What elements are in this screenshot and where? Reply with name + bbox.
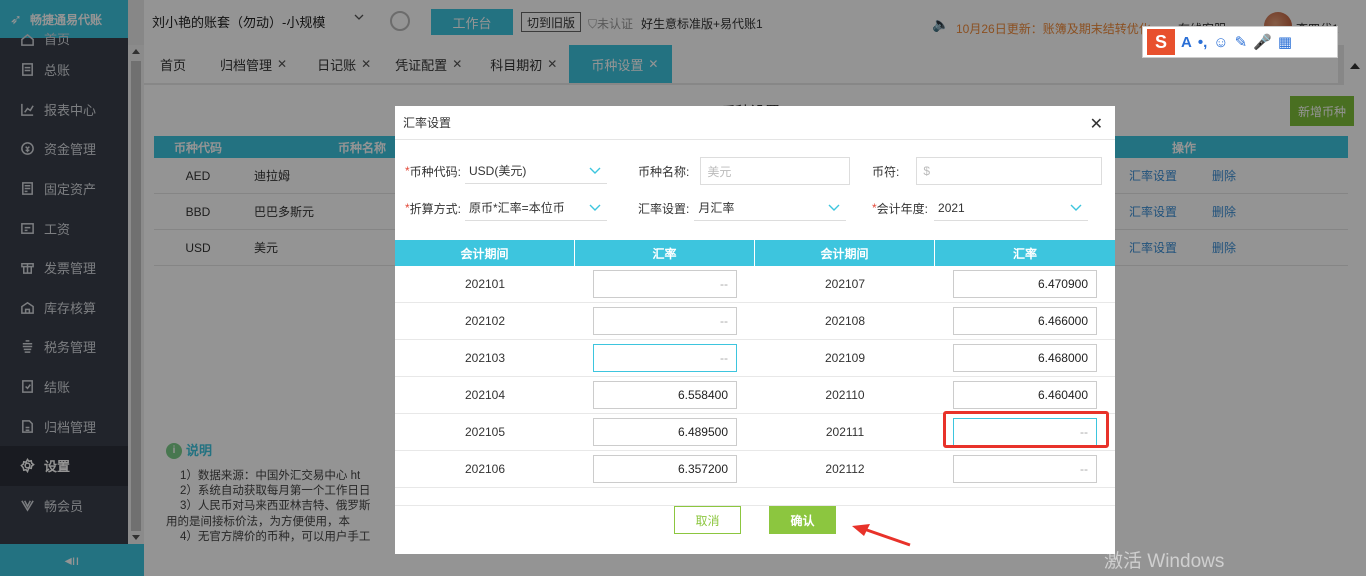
header-rate: 汇率	[1012, 246, 1037, 261]
table-row: 202101 -- 202107 6.470900	[395, 266, 1115, 303]
field-label: 币种代码:	[409, 164, 462, 179]
field-label: 折算方式:	[409, 201, 462, 216]
conversion-method-select[interactable]: 原币*汇率=本位币	[465, 195, 608, 221]
period-cell: 202112	[825, 462, 865, 476]
chevron-down-icon	[589, 167, 601, 174]
period-cell: 202108	[824, 314, 866, 328]
confirm-button[interactable]: 确认	[769, 506, 836, 534]
table-row: 202104 6.558400 202110 6.460400	[395, 377, 1115, 414]
annotation-arrow-icon	[852, 524, 911, 547]
period-cell: 202111	[825, 425, 865, 439]
currency-symbol-input[interactable]: $	[916, 157, 1103, 185]
dialog-title: 汇率设置	[403, 116, 452, 130]
chevron-down-icon	[589, 204, 601, 211]
field-label: 会计年度:	[876, 201, 929, 216]
ime-emoji-icon[interactable]: ☺	[1213, 34, 1228, 51]
period-cell: 202104	[464, 388, 506, 402]
period-cell: 202106	[464, 462, 506, 476]
exchange-rate-dialog: 汇率设置 ✕ * 币种代码: USD(美元) 币种名称: 美元 币符: $ * 折算…	[395, 106, 1115, 554]
currency-code-select[interactable]: USD(美元)	[465, 158, 608, 184]
chevron-down-icon	[1070, 204, 1082, 211]
rate-input-202102[interactable]: --	[593, 307, 737, 335]
period-cell: 202101	[464, 277, 506, 291]
fiscal-year-select[interactable]: 2021	[934, 195, 1089, 221]
windows-activation-watermark: 激活 Windows	[1104, 551, 1225, 572]
rate-input-202103[interactable]: --	[593, 344, 737, 372]
ime-skin-icon[interactable]: ✎	[1235, 33, 1248, 51]
rate-input-202104[interactable]: 6.558400	[593, 381, 737, 409]
rate-setting-select[interactable]: 月汇率	[694, 195, 847, 221]
rate-input-202108[interactable]: 6.466000	[953, 307, 1097, 335]
field-label: 汇率设置:	[638, 201, 690, 216]
currency-name-field: 币种名称: 美元	[638, 157, 851, 185]
conversion-method-field: * 折算方式: 原币*汇率=本位币	[405, 195, 608, 221]
rate-setting-field: 汇率设置: 月汇率	[638, 195, 847, 221]
rate-input-202110[interactable]: 6.460400	[953, 381, 1097, 409]
ime-voice-icon[interactable]: 🎤	[1253, 33, 1272, 51]
period-cell: 202103	[464, 351, 506, 365]
close-icon[interactable]: ✕	[1090, 114, 1103, 134]
rate-table: 会计期间 汇率 会计期间 汇率 202101 -- 202107 6.47090…	[395, 240, 1115, 506]
currency-name-input[interactable]: 美元	[700, 157, 851, 185]
select-value: USD(美元)	[469, 164, 527, 178]
chevron-down-icon	[828, 204, 840, 211]
rate-table-spacer	[395, 488, 1115, 506]
rate-input-202101[interactable]: --	[593, 270, 737, 298]
sogou-logo-icon[interactable]: S	[1147, 29, 1175, 55]
rate-input-202107[interactable]: 6.470900	[953, 270, 1097, 298]
ime-font-icon[interactable]: A	[1181, 34, 1192, 51]
cancel-button[interactable]: 取消	[674, 506, 741, 534]
period-cell: 202109	[824, 351, 866, 365]
period-cell: 202110	[825, 388, 865, 402]
currency-code-field: * 币种代码: USD(美元)	[405, 158, 608, 184]
period-cell: 202105	[464, 425, 506, 439]
rate-table-header: 会计期间 汇率 会计期间 汇率	[395, 240, 1115, 266]
dialog-header: 汇率设置 ✕	[395, 106, 1115, 140]
annotation-highlight-box	[943, 411, 1109, 448]
ime-punctuation-icon[interactable]: •,	[1198, 34, 1207, 51]
ime-toolbar[interactable]: S A •, ☺ ✎ 🎤 ▦	[1142, 26, 1338, 58]
select-value: 2021	[938, 200, 965, 215]
header-period: 会计期间	[395, 240, 575, 266]
rate-input-202109[interactable]: 6.468000	[953, 344, 1097, 372]
period-cell: 202107	[824, 277, 866, 291]
header-rate: 汇率	[575, 240, 755, 266]
field-label: 币种名称:	[638, 164, 690, 179]
field-label: 币符:	[872, 164, 900, 179]
header-period: 会计期间	[755, 240, 935, 266]
dialog-footer: 取消 确认	[395, 506, 1115, 534]
select-value: 月汇率	[698, 201, 735, 215]
ime-toolbox-icon[interactable]: ▦	[1278, 33, 1292, 51]
rate-input-202105[interactable]: 6.489500	[593, 418, 737, 446]
rate-input-202112[interactable]: --	[953, 455, 1097, 483]
table-row: 202106 6.357200 202112 --	[395, 451, 1115, 488]
currency-symbol-field: 币符: $	[872, 157, 1103, 185]
table-row: 202102 -- 202108 6.466000	[395, 303, 1115, 340]
period-cell: 202102	[464, 314, 506, 328]
fiscal-year-field: * 会计年度: 2021	[872, 195, 1089, 221]
select-value: 原币*汇率=本位币	[469, 201, 565, 215]
table-row: 202103 -- 202109 6.468000	[395, 340, 1115, 377]
rate-input-202106[interactable]: 6.357200	[593, 455, 737, 483]
